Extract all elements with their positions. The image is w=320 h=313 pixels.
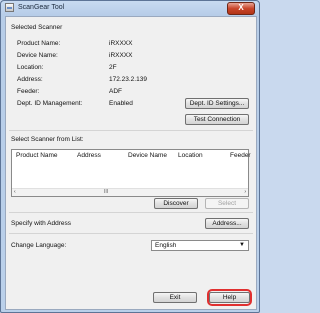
product-name-label: Product Name: [17, 40, 61, 47]
location-label: Location: [17, 64, 44, 71]
scanner-list-heading: Select Scanner from List: [11, 136, 84, 143]
language-dropdown[interactable]: English ▼ [151, 240, 249, 251]
title-bar: ScanGear Tool X [1, 1, 259, 15]
column-header-device-name[interactable]: Device Name [128, 152, 167, 159]
dialog-body: Selected Scanner Product Name: iRXXXX De… [5, 16, 257, 310]
product-name-value: iRXXXX [109, 40, 133, 47]
window-title: ScanGear Tool [18, 4, 65, 11]
column-header-address[interactable]: Address [77, 152, 101, 159]
column-header-feeder[interactable]: Feeder [230, 152, 251, 159]
language-selected-value: English [155, 242, 177, 249]
close-button[interactable]: X [227, 2, 255, 15]
dept-id-settings-button[interactable]: Dept. ID Settings... [185, 98, 249, 109]
dept-id-management-label: Dept. ID Management: [17, 100, 83, 107]
address-label: Address: [17, 76, 43, 83]
selected-scanner-heading: Selected Scanner [11, 24, 63, 31]
scroll-right-icon[interactable]: › [244, 189, 246, 196]
feeder-label: Feeder: [17, 88, 40, 95]
divider [9, 130, 253, 131]
help-highlight-box [207, 289, 252, 306]
app-icon [5, 3, 14, 12]
horizontal-scrollbar[interactable]: ‹ III › [12, 188, 248, 196]
exit-button[interactable]: Exit [153, 292, 197, 303]
location-value: 2F [109, 64, 117, 71]
discover-button[interactable]: Discover [154, 198, 198, 209]
scroll-left-icon[interactable]: ‹ [14, 189, 16, 196]
device-name-label: Device Name: [17, 52, 58, 59]
scangear-tool-window: ScanGear Tool X Selected Scanner Product… [0, 0, 260, 313]
chevron-down-icon[interactable]: ▼ [239, 242, 245, 248]
device-name-value: iRXXXX [109, 52, 133, 59]
dept-id-management-value: Enabled [109, 100, 133, 107]
column-header-product-name[interactable]: Product Name [16, 152, 58, 159]
specify-with-address-label: Specify with Address [11, 220, 71, 227]
divider [9, 212, 253, 213]
address-value: 172.23.2.139 [109, 76, 147, 83]
feeder-value: ADF [109, 88, 122, 95]
column-header-location[interactable]: Location [178, 152, 203, 159]
address-button[interactable]: Address... [205, 218, 249, 229]
scroll-thumb-grip-icon[interactable]: III [104, 189, 108, 196]
select-button[interactable]: Select [205, 198, 249, 209]
divider [9, 233, 253, 234]
scanner-list[interactable]: Product Name Address Device Name Locatio… [11, 149, 251, 197]
test-connection-button[interactable]: Test Connection [185, 114, 249, 125]
change-language-label: Change Language: [11, 242, 67, 249]
